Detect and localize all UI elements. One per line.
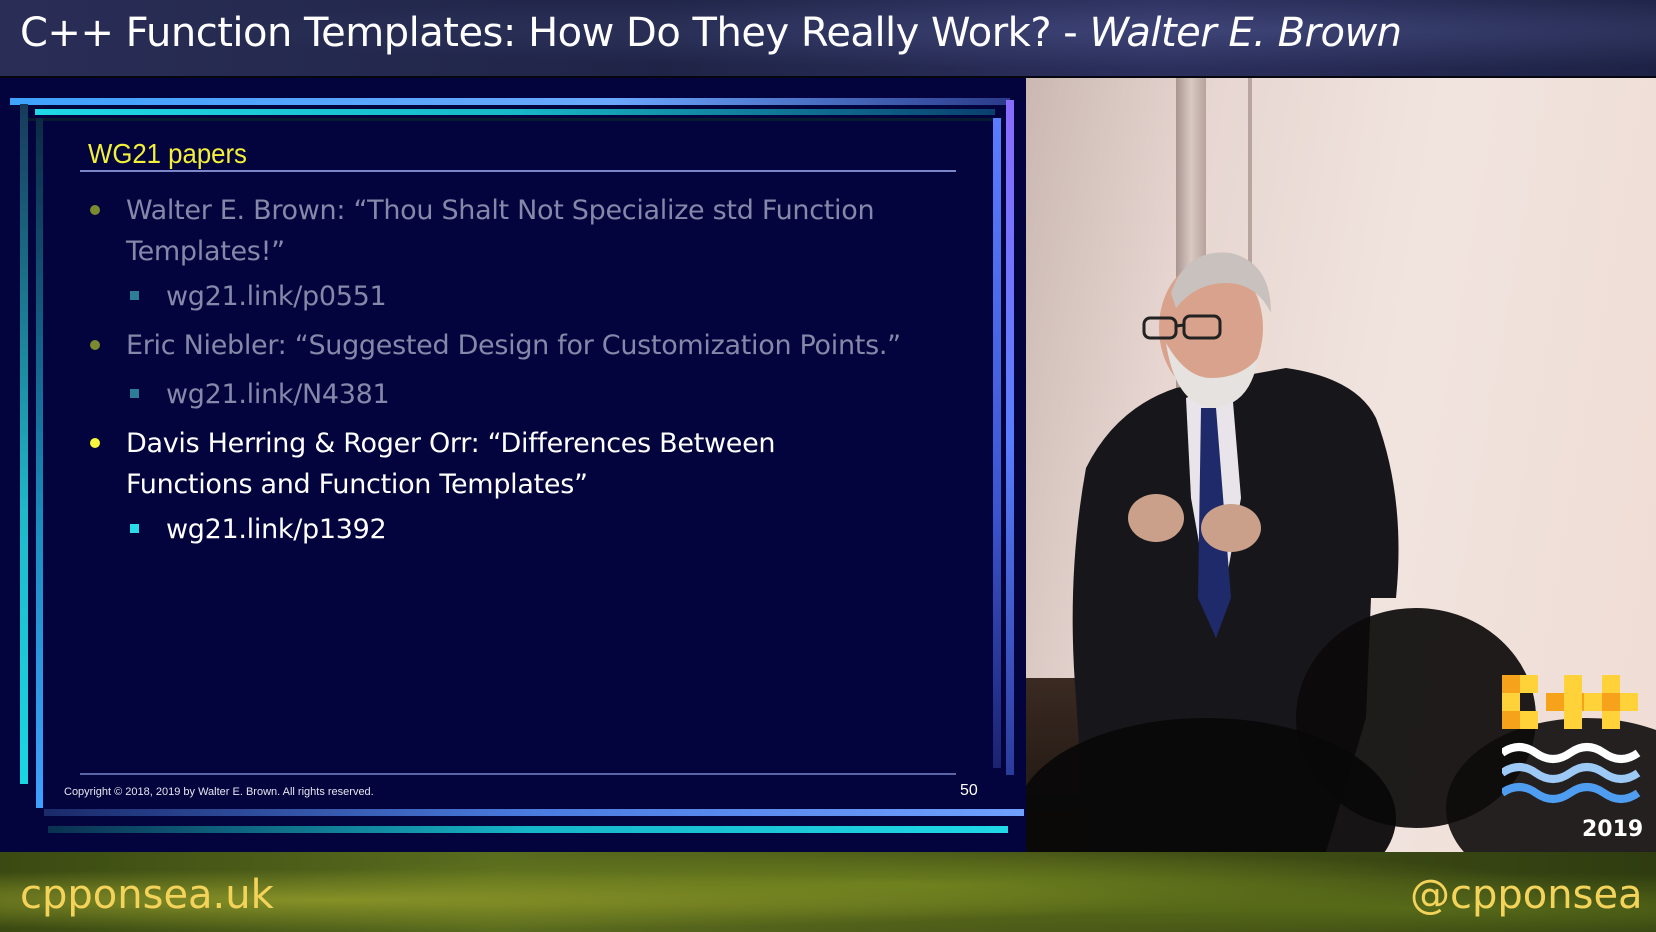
paper-link: wg21.link/p1392 [166, 514, 387, 545]
title-bar: C++ Function Templates: How Do They Real… [0, 0, 1656, 76]
bullet-item: Walter E. Brown: “Thou Shalt Not Special… [90, 190, 875, 272]
bullet-text-line: Eric Niebler: “Suggested Design for Cust… [126, 330, 901, 361]
slide-heading: WG21 papers [88, 138, 247, 169]
slide-frame-bar [22, 118, 1002, 121]
slide-frame-bar [993, 118, 1001, 768]
sub-bullet-square-icon [130, 389, 139, 398]
bullet-text-line: Templates!” [126, 236, 285, 267]
sub-bullet-item: wg21.link/p1392 [130, 509, 387, 550]
presentation-slide: WG21 papers Walter E. Brown: “Thou Shalt… [0, 78, 1026, 852]
conference-social-handle: @cpponsea [1410, 872, 1643, 918]
copyright-notice: Copyright © 2018, 2019 by Walter E. Brow… [64, 786, 374, 798]
sub-bullet-square-icon [130, 291, 139, 300]
sub-bullet-item: wg21.link/N4381 [130, 374, 390, 415]
slide-frame-bar [1006, 100, 1014, 775]
slide-frame-bar [36, 118, 43, 808]
heading-divider [80, 170, 956, 172]
slide-frame-bar [48, 826, 1008, 833]
speaker-name: Walter E. Brown [1089, 10, 1402, 56]
slide-frame-bar [35, 109, 995, 115]
video-title: C++ Function Templates: How Do They Real… [20, 10, 1402, 56]
logo-year: 2019 [1582, 817, 1644, 842]
paper-link: wg21.link/N4381 [166, 379, 390, 410]
paper-link: wg21.link/p0551 [166, 281, 387, 312]
footer-divider [80, 773, 956, 775]
bullet-text-line: Functions and Function Templates” [126, 469, 588, 500]
slide-frame-bar [20, 104, 28, 784]
slide-number: 50 [960, 782, 978, 799]
conference-website: cpponsea.uk [20, 872, 274, 918]
bullet-item: Davis Herring & Roger Orr: “Differences … [90, 423, 776, 505]
bullet-dot-icon [90, 438, 100, 448]
bullet-dot-icon [90, 205, 100, 215]
sub-bullet-item: wg21.link/p0551 [130, 276, 387, 317]
sub-bullet-square-icon [130, 524, 139, 533]
bullet-text-line: Davis Herring & Roger Orr: “Differences … [126, 428, 776, 459]
bullet-dot-icon [90, 340, 100, 350]
slide-frame-bar [44, 809, 1024, 816]
talk-title: C++ Function Templates: How Do They Real… [20, 10, 1090, 56]
slide-frame-bar [10, 98, 1010, 105]
bullet-text-line: Walter E. Brown: “Thou Shalt Not Special… [126, 195, 875, 226]
bullet-item: Eric Niebler: “Suggested Design for Cust… [90, 325, 901, 366]
